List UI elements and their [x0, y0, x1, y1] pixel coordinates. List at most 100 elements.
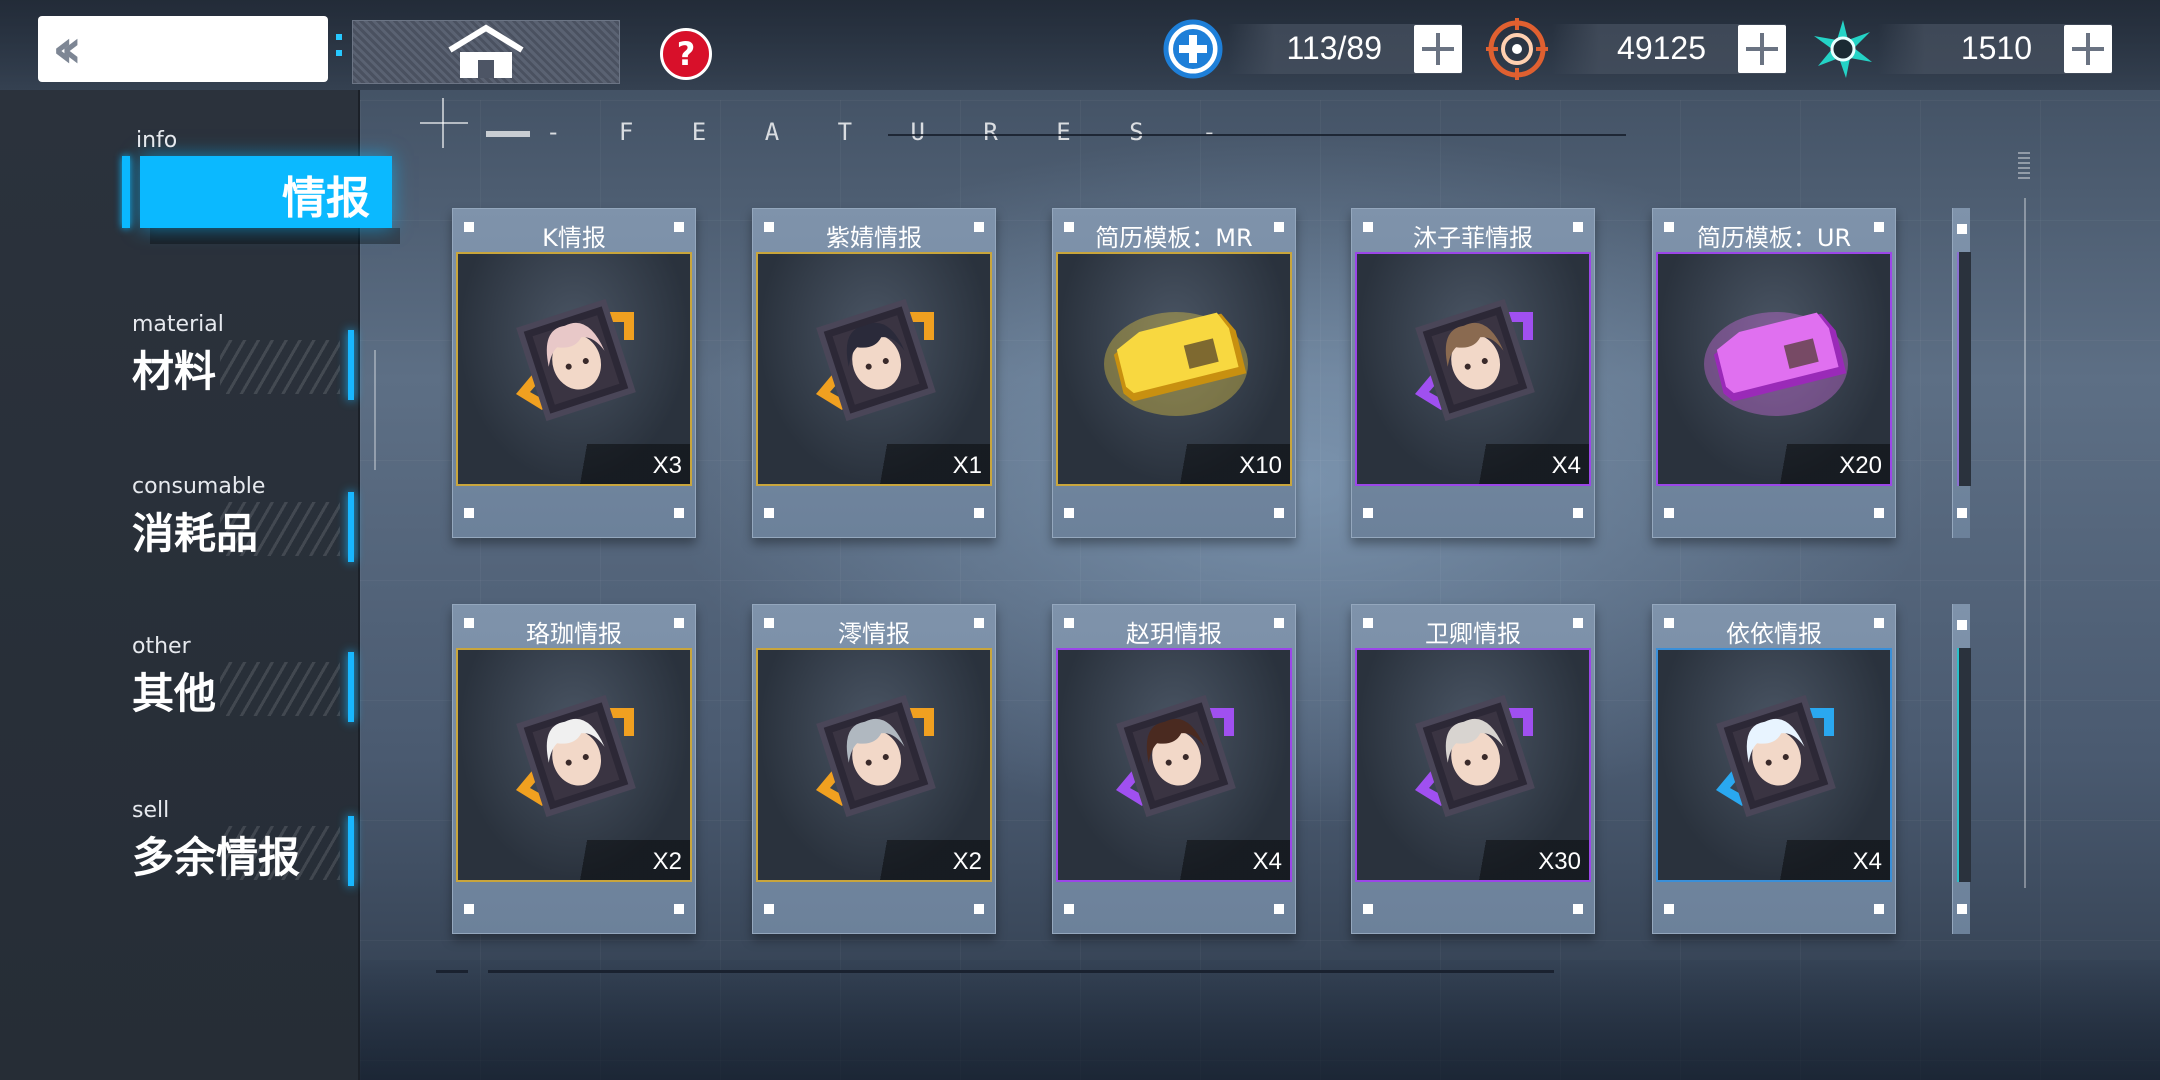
item-card[interactable]: 澪情报 X2 [752, 604, 996, 934]
item-card[interactable]: 依依情报 X4 [1652, 604, 1896, 934]
back-button[interactable]: ‹‹ [38, 16, 328, 82]
sidebar-item-sell[interactable]: sell 多余情报 [0, 798, 360, 898]
character-portrait-icon [1716, 694, 1836, 818]
item-card[interactable]: 简历模板：MR X10 [1052, 208, 1296, 538]
card-corner-marker [1363, 508, 1373, 518]
item-name: 简历模板：UR [1696, 224, 1852, 252]
item-name: 依依情报 [1726, 620, 1822, 648]
item-quantity: X1 [952, 452, 982, 479]
bottom-rule [488, 970, 1554, 973]
home-button[interactable] [352, 20, 620, 84]
resume-template-gold-icon [1104, 312, 1248, 416]
tab-accent-bar [348, 652, 354, 722]
active-tab-shadow [150, 228, 400, 244]
scrollbar-track[interactable] [2024, 198, 2026, 888]
item-card[interactable]: K情报 X3 [452, 208, 696, 538]
card-corner-marker [1664, 508, 1674, 518]
sidebar-divider [374, 350, 376, 470]
item-image: X4 [1355, 252, 1591, 486]
help-label: ? [676, 35, 696, 73]
card-corner-marker [1573, 904, 1583, 914]
card-corner-marker [1064, 508, 1074, 518]
item-card[interactable]: 赵玥情报 X4 [1052, 604, 1296, 934]
character-portrait-icon [816, 298, 936, 422]
header-rule [888, 134, 1626, 136]
sidebar-item-material[interactable]: material 材料 [0, 312, 360, 412]
item-name: 简历模板：MR [1095, 224, 1253, 252]
card-corner-marker [1274, 904, 1284, 914]
card-corner-marker [1874, 508, 1884, 518]
card-corner-marker [1957, 620, 1967, 630]
item-card-partial[interactable] [1952, 208, 1971, 538]
item-image: X2 [756, 648, 992, 882]
item-image: X1 [756, 252, 992, 486]
item-name: 卫卿情报 [1425, 620, 1521, 648]
item-name: K情报 [542, 224, 606, 252]
item-card[interactable]: 简历模板：UR X20 [1652, 208, 1896, 538]
item-card[interactable]: 珞珈情报 X2 [452, 604, 696, 934]
help-button[interactable]: ? [660, 28, 712, 80]
scrollbar-grip[interactable] [2018, 152, 2030, 182]
item-quantity: X30 [1538, 848, 1581, 875]
character-portrait-icon [516, 298, 636, 422]
card-corner-marker [1874, 904, 1884, 914]
item-card[interactable]: 卫卿情报 X30 [1351, 604, 1595, 934]
sidebar-item-label-zh: 多余情报 [132, 833, 301, 882]
medical-plus-icon[interactable] [1162, 18, 1224, 80]
item-card[interactable]: 沐子菲情报 X4 [1351, 208, 1595, 538]
item-quantity: X4 [1551, 452, 1581, 479]
card-corner-marker [1064, 904, 1074, 914]
item-card[interactable]: 紫婧情报 X1 [752, 208, 996, 538]
character-portrait-icon [1415, 694, 1535, 818]
resource-energy: 1510 [1878, 24, 2112, 74]
card-corner-marker [1957, 904, 1967, 914]
add-energy-button[interactable] [2064, 25, 2112, 73]
sidebar-item-label-en: material [132, 312, 224, 337]
card-corner-marker [764, 904, 774, 914]
double-chevron-left-icon: ‹‹ [52, 17, 82, 80]
card-corner-marker [974, 508, 984, 518]
tab-accent-bar [348, 330, 354, 400]
hatch-decoration [220, 662, 340, 716]
item-image: X4 [1056, 648, 1292, 882]
tab-accent-bar [348, 492, 354, 562]
card-corner-marker [974, 904, 984, 914]
character-portrait-icon [816, 694, 936, 818]
add-currency-button[interactable] [1738, 25, 1786, 73]
sidebar-item-label-en: consumable [132, 474, 266, 499]
item-quantity: X2 [952, 848, 982, 875]
card-corner-marker [1274, 508, 1284, 518]
background-floor [360, 960, 2160, 1080]
sidebar-item-label-zh: 消耗品 [132, 509, 259, 558]
bottom-rule [436, 970, 468, 973]
sidebar-item-consumable[interactable]: consumable 消耗品 [0, 474, 360, 574]
back-divider [336, 34, 342, 64]
card-corner-marker [1957, 224, 1967, 234]
item-image-partial [1957, 648, 1971, 882]
target-reticle-icon[interactable] [1486, 18, 1548, 80]
section-header: - F E A T U R E S - [546, 118, 1239, 146]
sidebar-item-label-zh: 材料 [132, 347, 217, 396]
card-corner-marker [764, 508, 774, 518]
card-corner-marker [1573, 508, 1583, 518]
sidebar-item-info[interactable]: 情报 info [0, 92, 400, 244]
item-image: X3 [456, 252, 692, 486]
card-corner-marker [1664, 904, 1674, 914]
resource-stamina: 113/89 [1228, 24, 1462, 74]
character-portrait-icon [1415, 298, 1535, 422]
card-corner-marker [464, 508, 474, 518]
energy-burst-icon[interactable] [1812, 18, 1874, 80]
item-image-partial [1957, 252, 1971, 486]
resource-currency: 49125 [1552, 24, 1786, 74]
sidebar-item-label-en: info [136, 128, 178, 153]
item-card-partial[interactable] [1952, 604, 1971, 934]
add-stamina-button[interactable] [1414, 25, 1462, 73]
item-quantity: X4 [1252, 848, 1282, 875]
tab-accent-bar [348, 816, 354, 886]
item-quantity: X4 [1852, 848, 1882, 875]
item-name: 沐子菲情报 [1413, 224, 1533, 252]
card-corner-marker [1363, 904, 1373, 914]
sidebar-item-other[interactable]: other 其他 [0, 634, 360, 734]
character-portrait-icon [516, 694, 636, 818]
card-corner-marker [1957, 508, 1967, 518]
